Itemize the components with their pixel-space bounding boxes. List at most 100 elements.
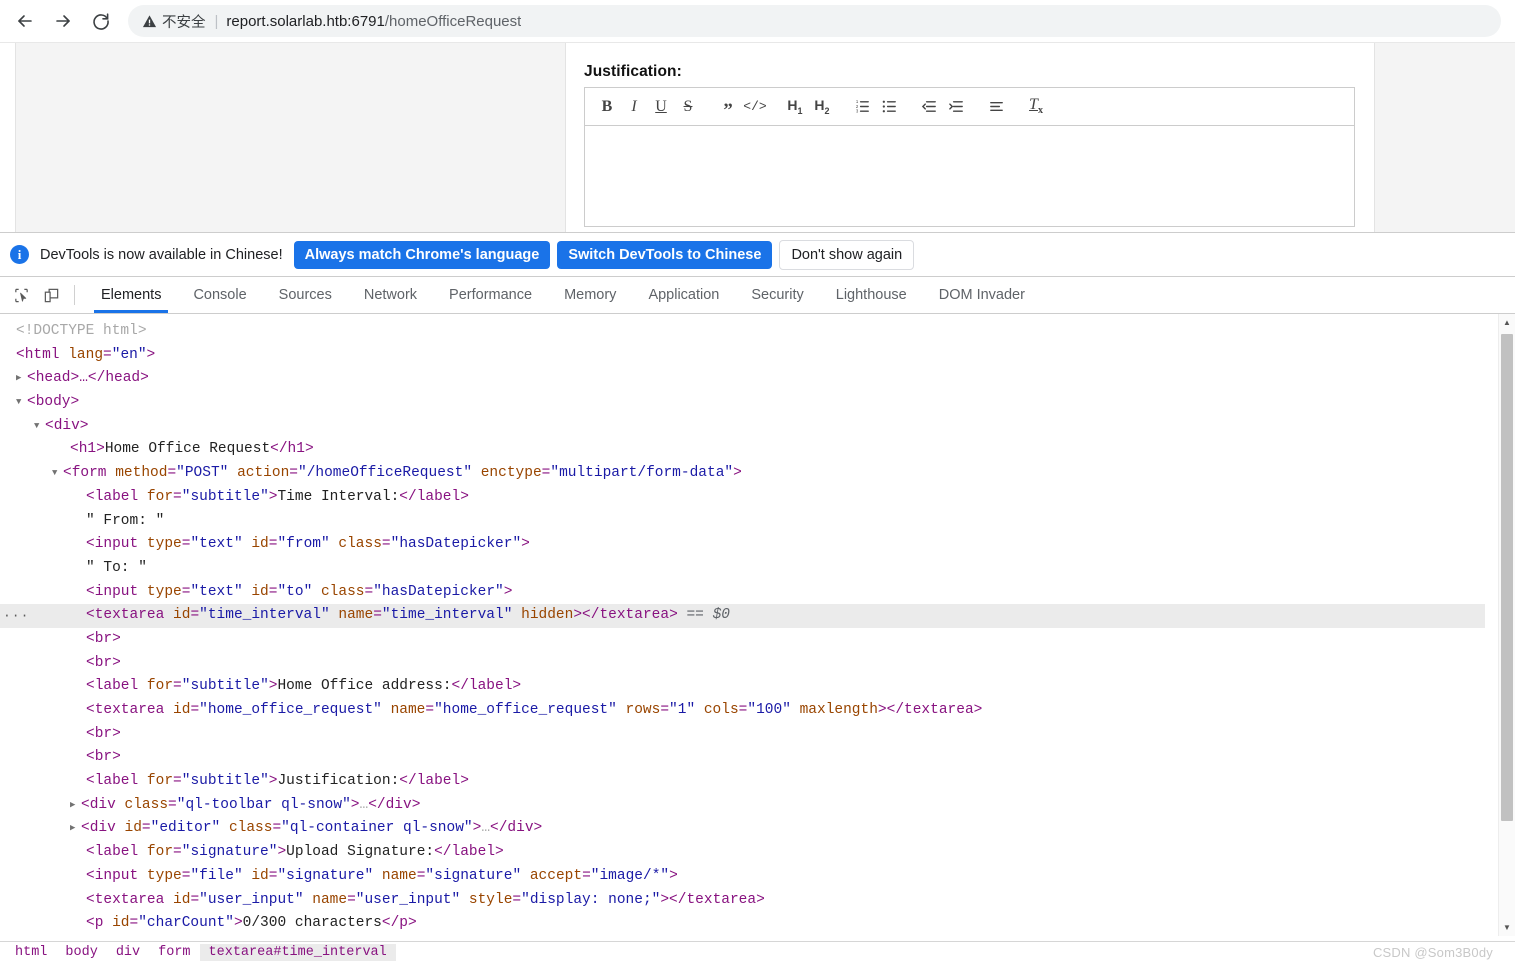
url-path: /homeOfficeRequest [384,12,522,30]
dom-line-h1[interactable]: <h1>Home Office Request</h1> [0,438,1485,462]
bold-button[interactable]: B [596,95,618,119]
collapse-triangle-body[interactable]: ▼ [16,391,27,415]
dom-line-textarea-user-input[interactable]: <textarea id="user_input" name="user_inp… [0,889,1485,913]
tab-application[interactable]: Application [632,277,735,313]
tab-lighthouse[interactable]: Lighthouse [820,277,923,313]
dom-line-doctype[interactable]: <!DOCTYPE html> [0,320,1485,344]
dom-line-html[interactable]: <html lang="en"> [0,344,1485,368]
reload-icon[interactable] [82,2,120,40]
input-to-type: text [199,583,234,600]
scrollbar-thumb[interactable] [1501,334,1513,821]
dom-scrollbar[interactable]: ▲ ▼ [1498,314,1515,936]
header-2-button[interactable]: H2 [811,95,833,119]
browser-toolbar: 不安全 | report.solarlab.htb:6791/homeOffic… [0,0,1515,43]
always-match-language-button[interactable]: Always match Chrome's language [293,240,551,269]
italic-button[interactable]: I [623,95,645,119]
dom-line-div-editor[interactable]: ▶ <div id="editor" class="ql-container ql… [0,817,1485,841]
form-enctype-value: multipart/form-data [559,465,725,482]
text-node-to: " To: " [86,559,147,576]
page-left-margin [0,43,16,232]
ordered-list-icon[interactable]: 123 [851,95,873,119]
blockquote-icon[interactable]: ” [717,95,739,120]
indent-icon[interactable] [945,95,967,119]
breadcrumb-item-body[interactable]: body [56,944,106,961]
code-block-icon[interactable]: </> [743,95,766,119]
tab-console[interactable]: Console [177,277,262,313]
header-1-button[interactable]: H1 [784,95,806,119]
align-icon[interactable] [985,95,1007,119]
more-options-ellipsis[interactable]: ··· [3,604,29,628]
not-secure-warning-icon [142,14,157,29]
underline-button[interactable]: U [650,95,672,119]
tab-dom-invader[interactable]: DOM Invader [923,277,1041,313]
expand-triangle-editor[interactable]: ▶ [70,817,81,841]
quill-content-area[interactable] [584,125,1355,227]
dom-line-label-justification[interactable]: <label for="subtitle">Justification:</la… [0,770,1485,794]
label-justification-for: subtitle [190,773,261,790]
tab-performance[interactable]: Performance [433,277,548,313]
dom-line-label-signature[interactable]: <label for="signature">Upload Signature:… [0,841,1485,865]
strikethrough-button[interactable]: S [677,95,699,119]
outdent-icon[interactable] [918,95,940,119]
breadcrumb-item-div[interactable]: div [107,944,149,961]
tab-elements-label: Elements [101,287,162,303]
dom-line-textarea-time-interval[interactable]: ··· <textarea id="time_interval" name="ti… [0,604,1485,628]
dom-line-br-2[interactable]: <br> [0,652,1485,676]
address-bar[interactable]: 不安全 | report.solarlab.htb:6791/homeOffic… [128,5,1501,37]
br-tag-1: <br> [86,630,121,647]
dom-line-head[interactable]: ▶ <head>…</head> [0,367,1485,391]
back-arrow-icon[interactable] [6,2,44,40]
dom-line-input-to[interactable]: <input type="text" id="to" class="hasDat… [0,581,1485,605]
dom-line-textarea-home-office-request[interactable]: <textarea id="home_office_request" name=… [0,699,1485,723]
br-tag-3: <br> [86,725,121,742]
dom-line-label-home-office-address[interactable]: <label for="subtitle">Home Office addres… [0,675,1485,699]
form-action-value: /homeOfficeRequest [306,465,464,482]
scroll-down-arrow-icon[interactable]: ▼ [1499,919,1515,936]
input-from-type: text [199,536,234,553]
tab-memory-label: Memory [564,287,617,303]
tab-memory[interactable]: Memory [548,277,632,313]
h1-open-tag: h1 [78,441,97,458]
tab-network[interactable]: Network [348,277,433,313]
textarea-user-input-style: display: none; [529,891,652,908]
expand-triangle-head[interactable]: ▶ [16,367,27,391]
dom-line-p-charcount[interactable]: <p id="charCount">0/300 characters</p> [0,912,1485,936]
tab-network-label: Network [363,287,418,303]
tab-sources[interactable]: Sources [263,277,348,313]
expand-triangle-ql-toolbar[interactable]: ▶ [70,794,81,818]
breadcrumb-item-form[interactable]: form [149,944,199,961]
dom-line-text-from[interactable]: " From: " [0,510,1485,534]
breadcrumb-item-textarea-time-interval[interactable]: textarea#time_interval [199,943,396,961]
elements-panel: <!DOCTYPE html> <html lang="en"> ▶ <head>… [0,314,1515,936]
textarea-hor-maxlength: maxlength [799,702,878,718]
form-action-name: action [237,465,290,482]
dom-line-br-3[interactable]: <br> [0,723,1485,747]
dom-line-div-ql-toolbar[interactable]: ▶ <div class="ql-toolbar ql-snow">…</div> [0,794,1485,818]
dom-line-body[interactable]: ▼ <body> [0,391,1485,415]
dom-line-br-4[interactable]: <br> [0,746,1485,770]
tag-div: <div> [45,417,89,434]
collapse-triangle-div[interactable]: ▼ [34,415,45,439]
forward-arrow-icon[interactable] [44,2,82,40]
dom-line-input-from[interactable]: <input type="text" id="from" class="hasD… [0,533,1485,557]
inspect-element-icon[interactable] [6,277,36,313]
dom-line-br-1[interactable]: <br> [0,628,1485,652]
tab-security[interactable]: Security [735,277,819,313]
collapse-triangle-form[interactable]: ▼ [52,462,63,486]
dont-show-again-button[interactable]: Don't show again [779,239,915,270]
bullet-list-icon[interactable] [878,95,900,119]
breadcrumb-item-html[interactable]: html [6,944,56,961]
tab-elements[interactable]: Elements [85,277,177,313]
dom-line-form[interactable]: ▼ <form method="POST" action="/homeOffice… [0,462,1485,486]
dom-line-div[interactable]: ▼ <div> [0,415,1485,439]
dom-line-text-to[interactable]: " To: " [0,557,1485,581]
tag-body: <body> [27,394,80,411]
page-viewport: Justification: B I U S ” </> H1 H2 123 T… [0,43,1515,232]
scroll-up-arrow-icon[interactable]: ▲ [1499,314,1515,331]
device-toolbar-icon[interactable] [36,277,66,313]
clear-formatting-icon[interactable]: Tx [1025,95,1047,119]
switch-to-chinese-button[interactable]: Switch DevTools to Chinese [557,240,773,269]
dom-tree: <!DOCTYPE html> <html lang="en"> ▶ <head>… [0,320,1485,936]
dom-line-input-signature[interactable]: <input type="file" id="signature" name="… [0,865,1485,889]
dom-line-label-time-interval[interactable]: <label for="subtitle">Time Interval:</la… [0,486,1485,510]
